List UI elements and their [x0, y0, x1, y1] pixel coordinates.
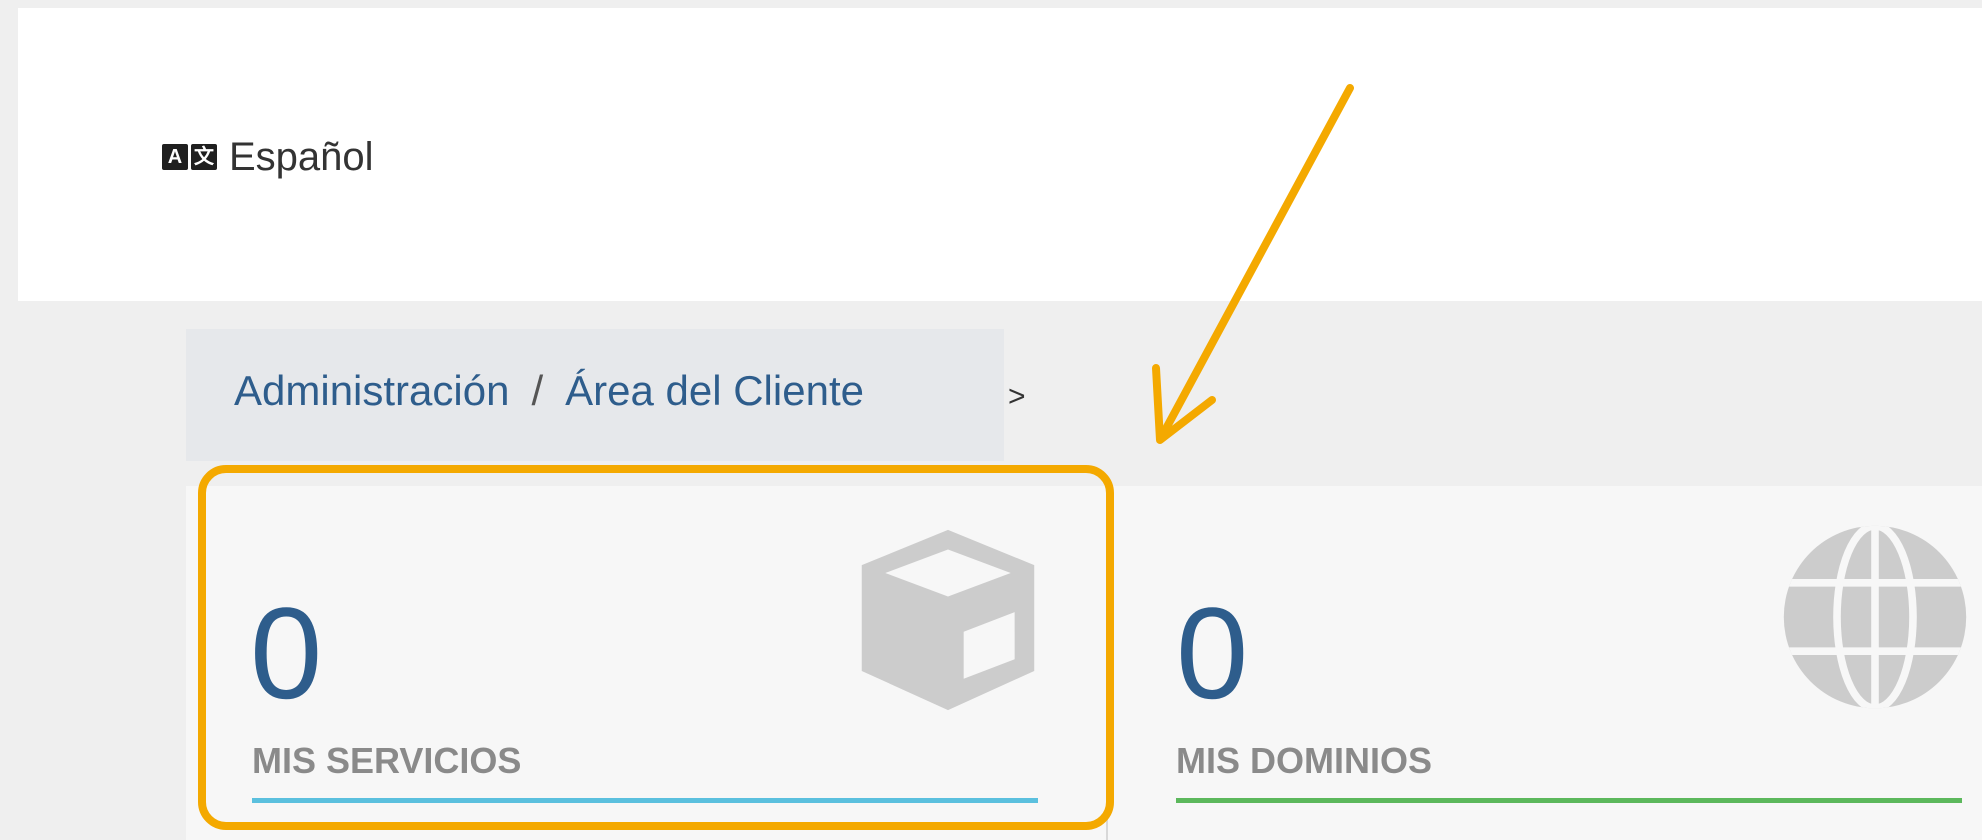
language-selector[interactable]: A 文 Español [162, 132, 374, 182]
translate-icon: A 文 [162, 144, 217, 170]
breadcrumb-trailing-arrow: > [1008, 380, 1026, 413]
domains-accent-bar [1176, 798, 1962, 803]
services-accent-bar [252, 798, 1038, 803]
domains-count: 0 [1176, 580, 1249, 726]
language-label[interactable]: Español [229, 135, 374, 180]
breadcrumb-item-area-del-cliente[interactable]: Área del Cliente [565, 367, 864, 415]
services-label[interactable]: MIS SERVICIOS [252, 740, 521, 782]
services-card[interactable]: 0 MIS SERVICIOS [186, 486, 1106, 840]
breadcrumb: Administración / Área del Cliente [186, 329, 1004, 461]
top-bar: A 文 Español [18, 8, 1982, 301]
globe-icon [1783, 525, 1967, 709]
services-count: 0 [250, 580, 323, 726]
breadcrumb-item-administracion[interactable]: Administración [234, 367, 509, 415]
domains-card[interactable]: 0 MIS DOMINIOS [1108, 486, 1982, 840]
breadcrumb-separator: / [531, 367, 544, 414]
box-icon [861, 529, 1035, 711]
domains-label[interactable]: MIS DOMINIOS [1176, 740, 1432, 782]
